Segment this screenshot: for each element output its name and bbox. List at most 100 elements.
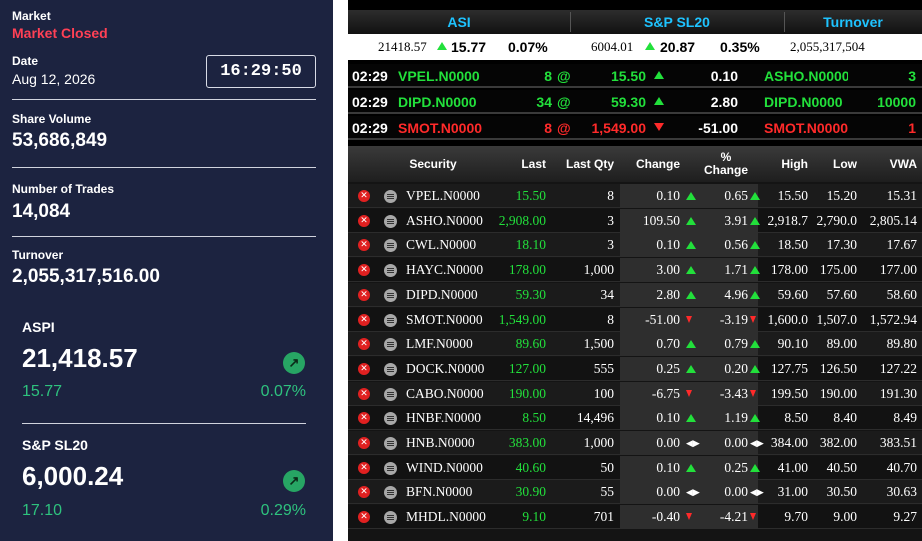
table-row[interactable]: ✕ HNB.N0000 383.00 1,000 0.00 0.00 384.00 382.0… [348,431,922,455]
col-header-change[interactable]: Change [620,146,680,182]
menu-icon[interactable] [384,239,397,253]
col-header-last[interactable]: Last [488,146,546,182]
table-row[interactable]: ✕ HNBF.N0000 8.50 14,496 0.10 1.19 8.50 8.40 8.4… [348,406,922,431]
up-arrow-icon [437,34,447,60]
index-ticker-values: 21418.57 15.77 0.07% 6004.01 20.87 0.35%… [348,34,922,60]
table-row[interactable]: ✕ WIND.N0000 40.60 50 0.10 0.25 41.00 40.50 40.7… [348,455,922,480]
up-arrow-icon [750,414,760,423]
trade-qty: 1 [908,120,916,136]
menu-icon[interactable] [384,214,397,228]
col-header-pct-change[interactable]: % Change [698,146,754,182]
cell-low: 8.40 [833,410,857,426]
cell-last: 383.00 [508,435,546,450]
cell-security: SMOT.N0000 [406,311,483,327]
up-arrow-icon [686,241,696,250]
menu-icon[interactable] [384,338,397,352]
table-row[interactable]: ✕ HAYC.N0000 178.00 1,000 3.00 1.71 178.00 175.… [348,258,922,283]
cell-vwa: 15.31 [886,188,917,203]
cell-vwa: 1,572.94 [869,311,917,327]
menu-icon[interactable] [384,313,397,327]
table-row[interactable]: ✕ VPEL.N0000 15.50 8 0.10 0.65 15.50 15.20 15.31 [348,184,922,208]
remove-icon[interactable]: ✕ [358,486,370,499]
cell-last-qty: 3 [607,237,614,253]
menu-icon[interactable] [384,264,397,278]
trade-change: -51.00 [698,120,738,136]
market-status: Market Closed [12,25,108,41]
table-row[interactable]: ✕ SMOT.N0000 1,549.00 8 -51.00 -3.19 1,600.0 1,… [348,307,922,332]
cell-low: 89.00 [826,336,857,352]
cell-pct: 3.91 [724,212,748,228]
cell-last: 190.00 [508,385,546,401]
table-row[interactable]: ✕ ASHO.N0000 2,908.00 3 109.50 3.91 2,918.7 2,7… [348,208,922,233]
menu-icon[interactable] [384,461,397,475]
col-header-low[interactable]: Low [814,146,857,182]
menu-icon[interactable] [384,437,397,450]
remove-icon[interactable]: ✕ [358,511,370,524]
col-header-vwa[interactable]: VWA [860,146,917,182]
up-arrow-icon [686,192,696,200]
cell-vwa: 8.49 [893,410,917,426]
cell-security: WIND.N0000 [406,459,483,475]
ticker-header-sp: S&P SL20 [644,14,710,30]
cell-last: 8.50 [522,410,546,426]
table-row[interactable]: ✕ DIPD.N0000 59.30 34 2.80 4.96 59.60 57.60 58.6… [348,282,922,307]
cell-vwa: 9.27 [893,509,917,525]
cell-low: 30.50 [826,484,857,500]
trade-feed-row: 02:29 DIPD.N0000 34 @59.30 2.80 DIPD.N0000 100… [348,90,922,114]
up-arrow-icon: ↗ [283,470,305,492]
cell-last: 40.60 [515,459,546,475]
down-arrow-icon [686,315,692,323]
unchanged-arrows-icon: ◀▶ [750,438,764,448]
col-header-high[interactable]: High [758,146,808,182]
trade-change: 2.80 [710,94,738,110]
remove-icon[interactable]: ✕ [358,264,370,277]
remove-icon[interactable]: ✕ [358,239,370,252]
cell-last: 9.10 [522,509,546,525]
remove-icon[interactable]: ✕ [358,362,370,375]
table-row[interactable]: ✕ MHDL.N0000 9.10 701 -0.40 -4.21 9.70 9.00 9.27 [348,505,922,530]
table-row[interactable]: ✕ CWL.N0000 18.10 3 0.10 0.56 18.50 17.30 17.67 [348,233,922,258]
menu-icon[interactable] [384,486,397,500]
col-header-security[interactable]: Security [398,146,468,182]
cell-last: 15.50 [515,188,546,203]
remove-icon[interactable]: ✕ [358,387,370,400]
menu-icon[interactable] [384,511,397,525]
index-pct-aspi: 0.07% [260,383,306,400]
menu-icon[interactable] [384,288,397,302]
cell-low: 57.60 [826,286,857,302]
cell-high: 15.50 [777,188,808,203]
trade-feed-row: 02:29 SMOT.N0000 8 @1,549.00 -51.00 SMOT.N000… [348,116,922,140]
table-row[interactable]: ✕ CABO.N0000 190.00 100 -6.75 -3.43 199.50 190.… [348,381,922,406]
cell-change: 109.50 [642,212,680,228]
cell-low: 40.50 [826,459,857,475]
remove-icon[interactable]: ✕ [358,313,370,326]
table-row[interactable]: ✕ BFN.N0000 30.90 55 0.00 0.00 31.00 30.50 30.63… [348,480,922,505]
remove-icon[interactable]: ✕ [358,190,370,202]
cell-vwa: 383.51 [879,435,917,450]
cell-last: 30.90 [515,484,546,500]
col-header-last-qty[interactable]: Last Qty [548,146,614,182]
down-arrow-icon [750,315,756,323]
clock-display: 16:29:50 [206,55,316,88]
cell-high: 90.10 [777,336,808,352]
trade-symbol: DIPD.N0000 [764,94,843,110]
remove-icon[interactable]: ✕ [358,437,370,449]
ticker-sp-change: 20.87 [660,39,696,55]
cell-security: LMF.N0000 [406,336,473,352]
cell-low: 175.00 [819,262,857,278]
menu-icon[interactable] [384,362,397,376]
cell-vwa: 30.63 [886,484,917,500]
table-row[interactable]: ✕ LMF.N0000 89.60 1,500 0.70 0.79 90.10 89.00 89… [348,332,922,357]
cell-security: MHDL.N0000 [406,509,486,525]
menu-icon[interactable] [384,387,397,401]
remove-icon[interactable]: ✕ [358,338,370,351]
remove-icon[interactable]: ✕ [358,461,370,474]
remove-icon[interactable]: ✕ [358,214,370,227]
cell-high: 178.00 [770,262,808,278]
remove-icon[interactable]: ✕ [358,288,370,301]
remove-icon[interactable]: ✕ [358,412,370,425]
table-header: Security Last Last Qty Change % Change H… [348,146,922,182]
menu-icon[interactable] [384,190,397,203]
menu-icon[interactable] [384,412,397,426]
table-row[interactable]: ✕ DOCK.N0000 127.00 555 0.25 0.20 127.75 126.50… [348,356,922,381]
